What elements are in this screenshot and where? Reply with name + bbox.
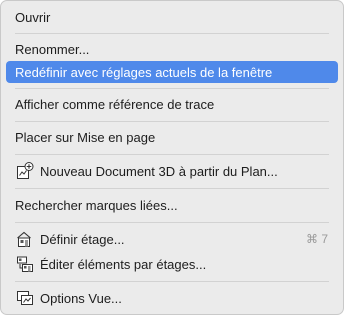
menu-item-redefine[interactable]: Redéfinir avec réglages actuels de la fe… [6,61,338,83]
menu-separator [15,188,329,189]
menu-item-label: Nouveau Document 3D à partir du Plan... [40,163,278,179]
menu-item-label: Éditer éléments par étages... [40,256,207,272]
menu-item-label: Rechercher marques liées... [15,197,178,213]
menu-item-label: Options Vue... [40,290,122,306]
view-options-icon [15,288,35,308]
menu-separator [15,222,329,223]
menu-item-edit-elements-by-story[interactable]: Éditer éléments par étages... [6,253,338,275]
menu-separator [15,33,329,34]
menu-item-label: Afficher comme référence de trace [15,96,215,112]
menu-item-new-3d-document[interactable]: Nouveau Document 3D à partir du Plan... [6,160,338,182]
menu-item-label: Renommer... [15,41,90,57]
menu-separator [15,88,329,89]
menu-item-rename[interactable]: Renommer... [6,38,338,60]
menu-separator [15,281,329,282]
menu-item-place-on-layout[interactable]: Placer sur Mise en page [6,126,338,148]
menu-item-show-trace-reference[interactable]: Afficher comme référence de trace [6,93,338,115]
menu-item-label: Redéfinir avec réglages actuels de la fe… [15,64,273,80]
define-story-icon [15,229,35,249]
document-3d-add-icon [15,161,35,181]
menu-separator [15,121,329,122]
menu-item-view-options[interactable]: Options Vue... [6,287,338,309]
menu-item-find-linked-markers[interactable]: Rechercher marques liées... [6,194,338,216]
edit-stories-icon [15,254,35,274]
keyboard-shortcut: ⌘ 7 [305,232,328,246]
context-menu: Ouvrir Renommer... Redéfinir avec réglag… [0,0,344,315]
menu-separator [15,154,329,155]
menu-item-label: Placer sur Mise en page [15,129,156,145]
menu-item-define-story[interactable]: Définir étage... ⌘ 7 [6,228,338,250]
menu-item-label: Définir étage... [40,231,125,247]
menu-item-label: Ouvrir [15,9,51,25]
menu-item-open[interactable]: Ouvrir [6,6,338,28]
